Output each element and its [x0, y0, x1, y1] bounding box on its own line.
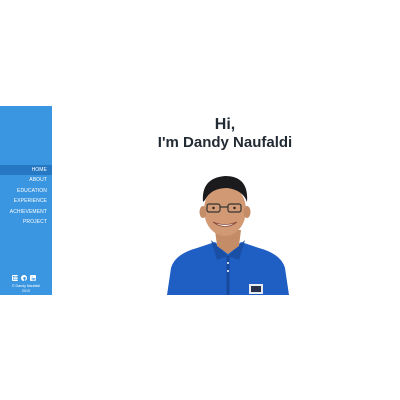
social-links — [12, 275, 36, 281]
sidebar-nav: HOME ABOUT EDUCATION EXPERIENCE ACHIEVEM… — [0, 165, 52, 227]
hero-heading: Hi, I'm Dandy Naufaldi — [120, 116, 330, 152]
nav-item-project[interactable]: PROJECT — [0, 217, 52, 227]
hero-greeting: Hi, — [214, 116, 236, 133]
copyright: © Dandy Naufaldi 2019 — [0, 284, 52, 294]
github-icon[interactable] — [21, 275, 27, 281]
mail-icon[interactable] — [12, 275, 18, 281]
page: HOME ABOUT EDUCATION EXPERIENCE ACHIEVEM… — [0, 0, 400, 400]
copyright-year: 2019 — [22, 289, 30, 293]
nav-item-experience[interactable]: EXPERIENCE — [0, 196, 52, 206]
sidebar: HOME ABOUT EDUCATION EXPERIENCE ACHIEVEM… — [0, 106, 52, 295]
nav-item-education[interactable]: EDUCATION — [0, 186, 52, 196]
nav-item-achievement[interactable]: ACHIEVEMENT — [0, 207, 52, 217]
linkedin-icon-glyph — [31, 276, 35, 280]
mail-icon-glyph — [12, 276, 18, 280]
linkedin-icon[interactable] — [30, 275, 36, 281]
hero-name: I'm Dandy Naufaldi — [157, 134, 293, 151]
nav-item-home[interactable]: HOME — [0, 165, 52, 176]
github-icon-glyph — [22, 276, 26, 281]
nav-item-about[interactable]: ABOUT — [0, 175, 52, 185]
profile-photo — [167, 176, 289, 295]
